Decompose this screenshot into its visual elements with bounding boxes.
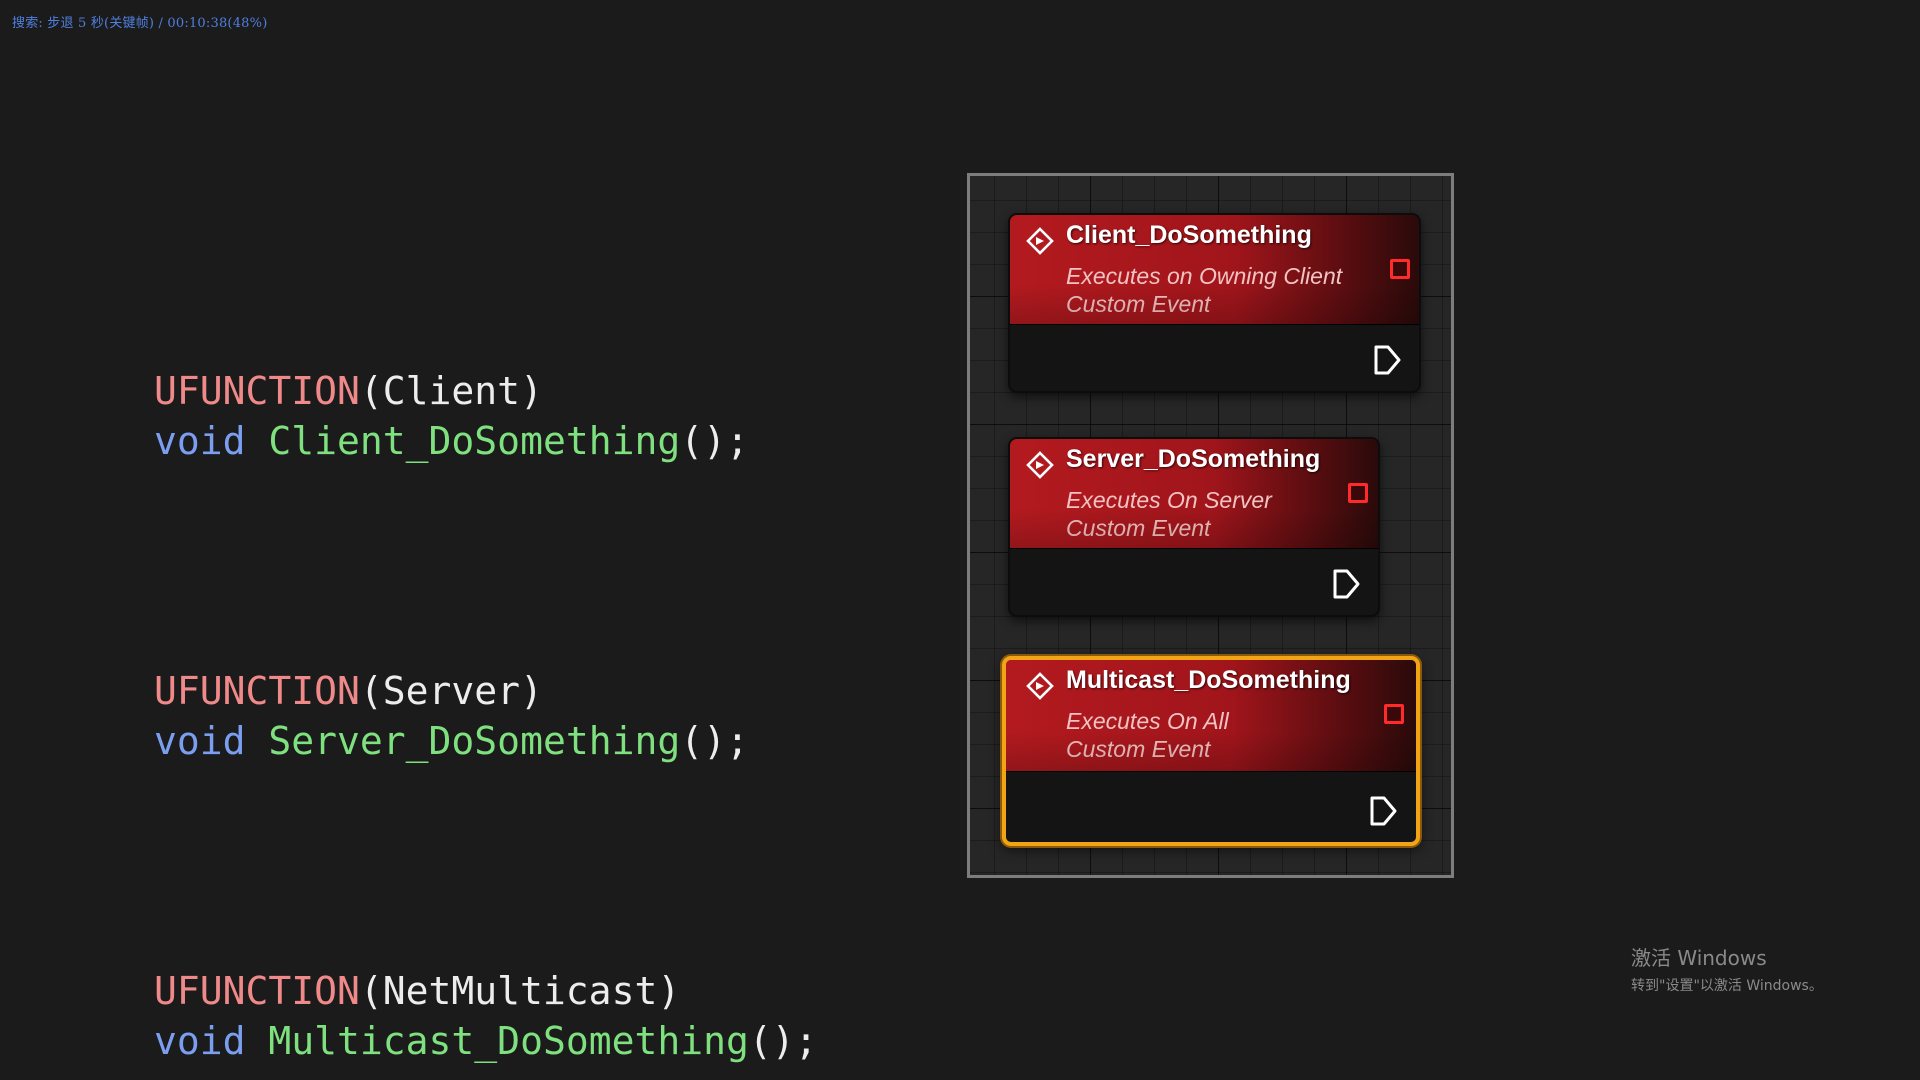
exec-output-pin-icon[interactable] [1368, 794, 1398, 828]
node-header[interactable]: Client_DoSomething Executes on Owning Cl… [1010, 215, 1419, 325]
custom-event-icon [1026, 451, 1054, 479]
code-snippet: UFUNCTION(Client) void Client_DoSomething… [154, 266, 817, 1080]
custom-event-node-client[interactable]: Client_DoSomething Executes on Owning Cl… [1008, 213, 1421, 393]
void-keyword: void [154, 1019, 246, 1063]
void-keyword: void [154, 719, 246, 763]
code-group-multicast: UFUNCTION(NetMulticast) void Multicast_Do… [154, 966, 817, 1066]
ufunction-macro: UFUNCTION [154, 969, 360, 1013]
code-group-client: UFUNCTION(Client) void Client_DoSomething… [154, 366, 817, 466]
node-type-label: Custom Event [1066, 515, 1211, 541]
call-parens: (); [680, 419, 749, 463]
custom-event-icon [1026, 227, 1054, 255]
ufunction-specifier: (Client) [359, 369, 543, 413]
exec-output-pin-icon[interactable] [1331, 567, 1361, 601]
void-keyword: void [154, 419, 246, 463]
node-title: Server_DoSomething [1066, 445, 1321, 473]
function-name: Server_DoSomething [268, 719, 681, 763]
code-line-ufunction-server: UFUNCTION(Server) [154, 666, 817, 716]
ufunction-specifier: (NetMulticast) [359, 969, 681, 1013]
exec-output-pin-icon[interactable] [1372, 343, 1402, 377]
code-line-ufunction-multicast: UFUNCTION(NetMulticast) [154, 966, 817, 1016]
node-header[interactable]: Server_DoSomething Executes On Server Cu… [1010, 439, 1378, 549]
node-description: Executes on Owning Client [1066, 263, 1343, 289]
node-description: Executes On All [1066, 708, 1229, 734]
node-title: Multicast_DoSomething [1066, 666, 1351, 694]
code-group-server: UFUNCTION(Server) void Server_DoSomething… [154, 666, 817, 766]
custom-event-node-server[interactable]: Server_DoSomething Executes On Server Cu… [1008, 437, 1380, 617]
ufunction-macro: UFUNCTION [154, 669, 360, 713]
windows-activation-watermark: 激活 Windows 转到"设置"以激活 Windows。 [1631, 942, 1823, 995]
watermark-title: 激活 Windows [1631, 946, 1767, 970]
watermark-subtitle: 转到"设置"以激活 Windows。 [1631, 978, 1823, 994]
function-name: Multicast_DoSomething [268, 1019, 749, 1063]
code-line-declaration-client: void Client_DoSomething(); [154, 416, 817, 466]
code-line-declaration-multicast: void Multicast_DoSomething(); [154, 1016, 817, 1066]
player-seek-status: 搜索: 步退 5 秒(关键帧) / 00:10:38(48%) [12, 16, 268, 31]
delegate-pin-icon[interactable] [1390, 259, 1410, 279]
node-description: Executes On Server [1066, 487, 1272, 513]
code-line-ufunction-client: UFUNCTION(Client) [154, 366, 817, 416]
code-line-declaration-server: void Server_DoSomething(); [154, 716, 817, 766]
custom-event-icon [1026, 672, 1054, 700]
call-parens: (); [748, 1019, 818, 1063]
blueprint-graph[interactable]: Client_DoSomething Executes on Owning Cl… [967, 173, 1454, 878]
ufunction-macro: UFUNCTION [154, 369, 360, 413]
delegate-pin-icon[interactable] [1384, 704, 1404, 724]
node-type-label: Custom Event [1066, 291, 1211, 317]
delegate-pin-icon[interactable] [1348, 483, 1368, 503]
node-header[interactable]: Multicast_DoSomething Executes On All Cu… [1006, 660, 1416, 772]
function-name: Client_DoSomething [268, 419, 681, 463]
node-title: Client_DoSomething [1066, 221, 1312, 249]
ufunction-specifier: (Server) [359, 669, 543, 713]
call-parens: (); [680, 719, 749, 763]
custom-event-node-multicast[interactable]: Multicast_DoSomething Executes On All Cu… [1002, 656, 1420, 846]
node-type-label: Custom Event [1066, 736, 1211, 762]
